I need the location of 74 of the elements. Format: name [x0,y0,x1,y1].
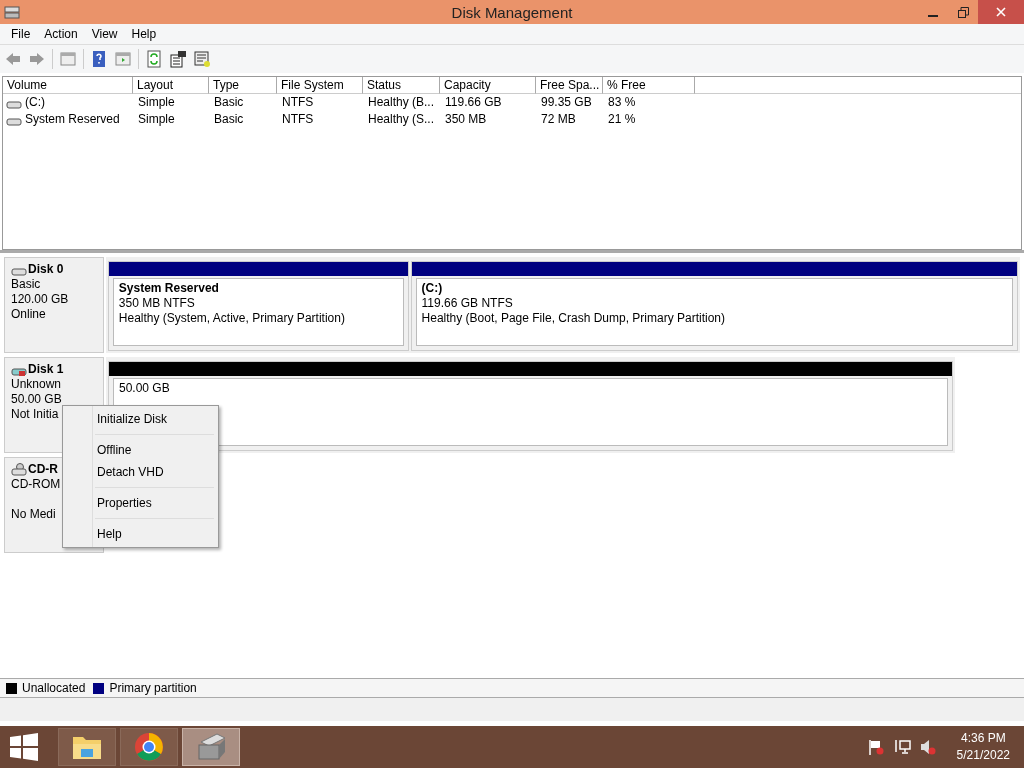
disk-info: Not Initia [11,407,60,422]
column-header[interactable]: File System [277,77,363,94]
disk-info: 50.00 GB [11,392,63,407]
menu-item[interactable]: File [4,27,38,41]
column-header[interactable]: Layout [133,77,209,94]
table-cell: 21 % [608,111,636,128]
column-header[interactable]: % Free [603,77,695,94]
partition-name: System Reserved [118,281,220,296]
table-cell: 119.66 GB [445,94,502,111]
table-cell: NTFS [282,94,314,111]
browser-icon [134,732,164,762]
disk-label-panel[interactable]: Disk 0 Basic 120.00 GB Online [4,257,104,353]
taskbar-button[interactable] [182,728,240,766]
table-cell: NTFS [282,111,314,128]
table-cell: 99.35 GB [541,94,592,111]
taskbar-button[interactable] [58,728,116,766]
menu-item[interactable]: Help [124,27,164,41]
column-header[interactable]: Volume [3,77,133,94]
table-cell: (C:) [25,94,45,111]
column-header[interactable]: Free Spa... [536,77,603,94]
back-icon[interactable] [4,50,22,68]
table-cell: Healthy (B... [368,94,435,111]
disk-info: Unknown [11,377,63,392]
partition-size: 350 MB NTFS [118,296,196,311]
disk-info: Online [11,307,47,322]
disk-name: Disk 1 [28,362,64,377]
close-icon [996,7,1006,17]
help-icon[interactable] [90,50,108,68]
table-cell: 350 MB [445,111,487,128]
table-cell: System Reserved [25,111,120,128]
disk-info: Basic [11,277,42,292]
refresh-icon[interactable] [145,50,163,68]
partition-status: Healthy (System, Active, Primary Partition) [118,311,346,326]
table-cell: Healthy (S... [368,111,435,128]
menu-item[interactable]: View [84,27,125,41]
column-header[interactable]: Status [363,77,440,94]
table-cell: Simple [138,111,175,128]
table-cell: Simple [138,94,175,111]
partition-name: (C:) [421,281,444,296]
partition-box[interactable]: System Reserved 350 MB NTFS Healthy (System, Active, Primary Partition) [112,278,404,346]
app-icon [4,4,20,20]
menu-item[interactable]: Action [37,27,85,41]
disk-name: CD-R [28,462,58,477]
table-cell: 72 MB [541,111,576,128]
disk-info: 120.00 GB [11,292,70,307]
clock-time[interactable]: 4:36 PM [956,730,1010,747]
partition-size: 119.66 GB NTFS [421,296,514,311]
properties-icon[interactable] [169,50,187,68]
start-icon[interactable] [10,733,38,761]
column-header[interactable]: Capacity [440,77,536,94]
partition-box[interactable]: (C:) 119.66 GB NTFS Healthy (Boot, Page File, Crash Dump, Primary Partition) [415,278,1013,346]
disk-info: CD-ROM [11,477,62,492]
partition-size: 50.00 GB [119,381,171,396]
window-title: Disk Management [451,3,573,21]
network-icon[interactable] [892,738,911,756]
taskbar-button[interactable] [120,728,178,766]
cd-drive-icon [11,463,27,476]
disk-info: No Medi [11,507,57,522]
partition-status: Healthy (Boot, Page File, Crash Dump, Primary Partition) [421,311,726,326]
column-header[interactable]: Type [209,77,277,94]
table-cell: Basic [214,94,244,111]
muted-speaker-icon[interactable] [918,738,937,756]
flag-icon[interactable] [866,738,885,756]
table-cell: 83 % [608,94,636,111]
restore-icon [957,6,969,18]
settings-icon[interactable] [193,50,211,68]
table-cell: Basic [214,111,244,128]
minimize-icon [928,15,938,17]
legend-label: Primary partition [109,681,197,695]
legend-label: Unallocated [22,681,86,695]
forward-icon[interactable] [28,50,46,68]
clock-date[interactable]: 5/21/2022 [956,747,1010,764]
disk-name: Disk 0 [28,262,64,277]
disk-management-icon [195,732,227,762]
